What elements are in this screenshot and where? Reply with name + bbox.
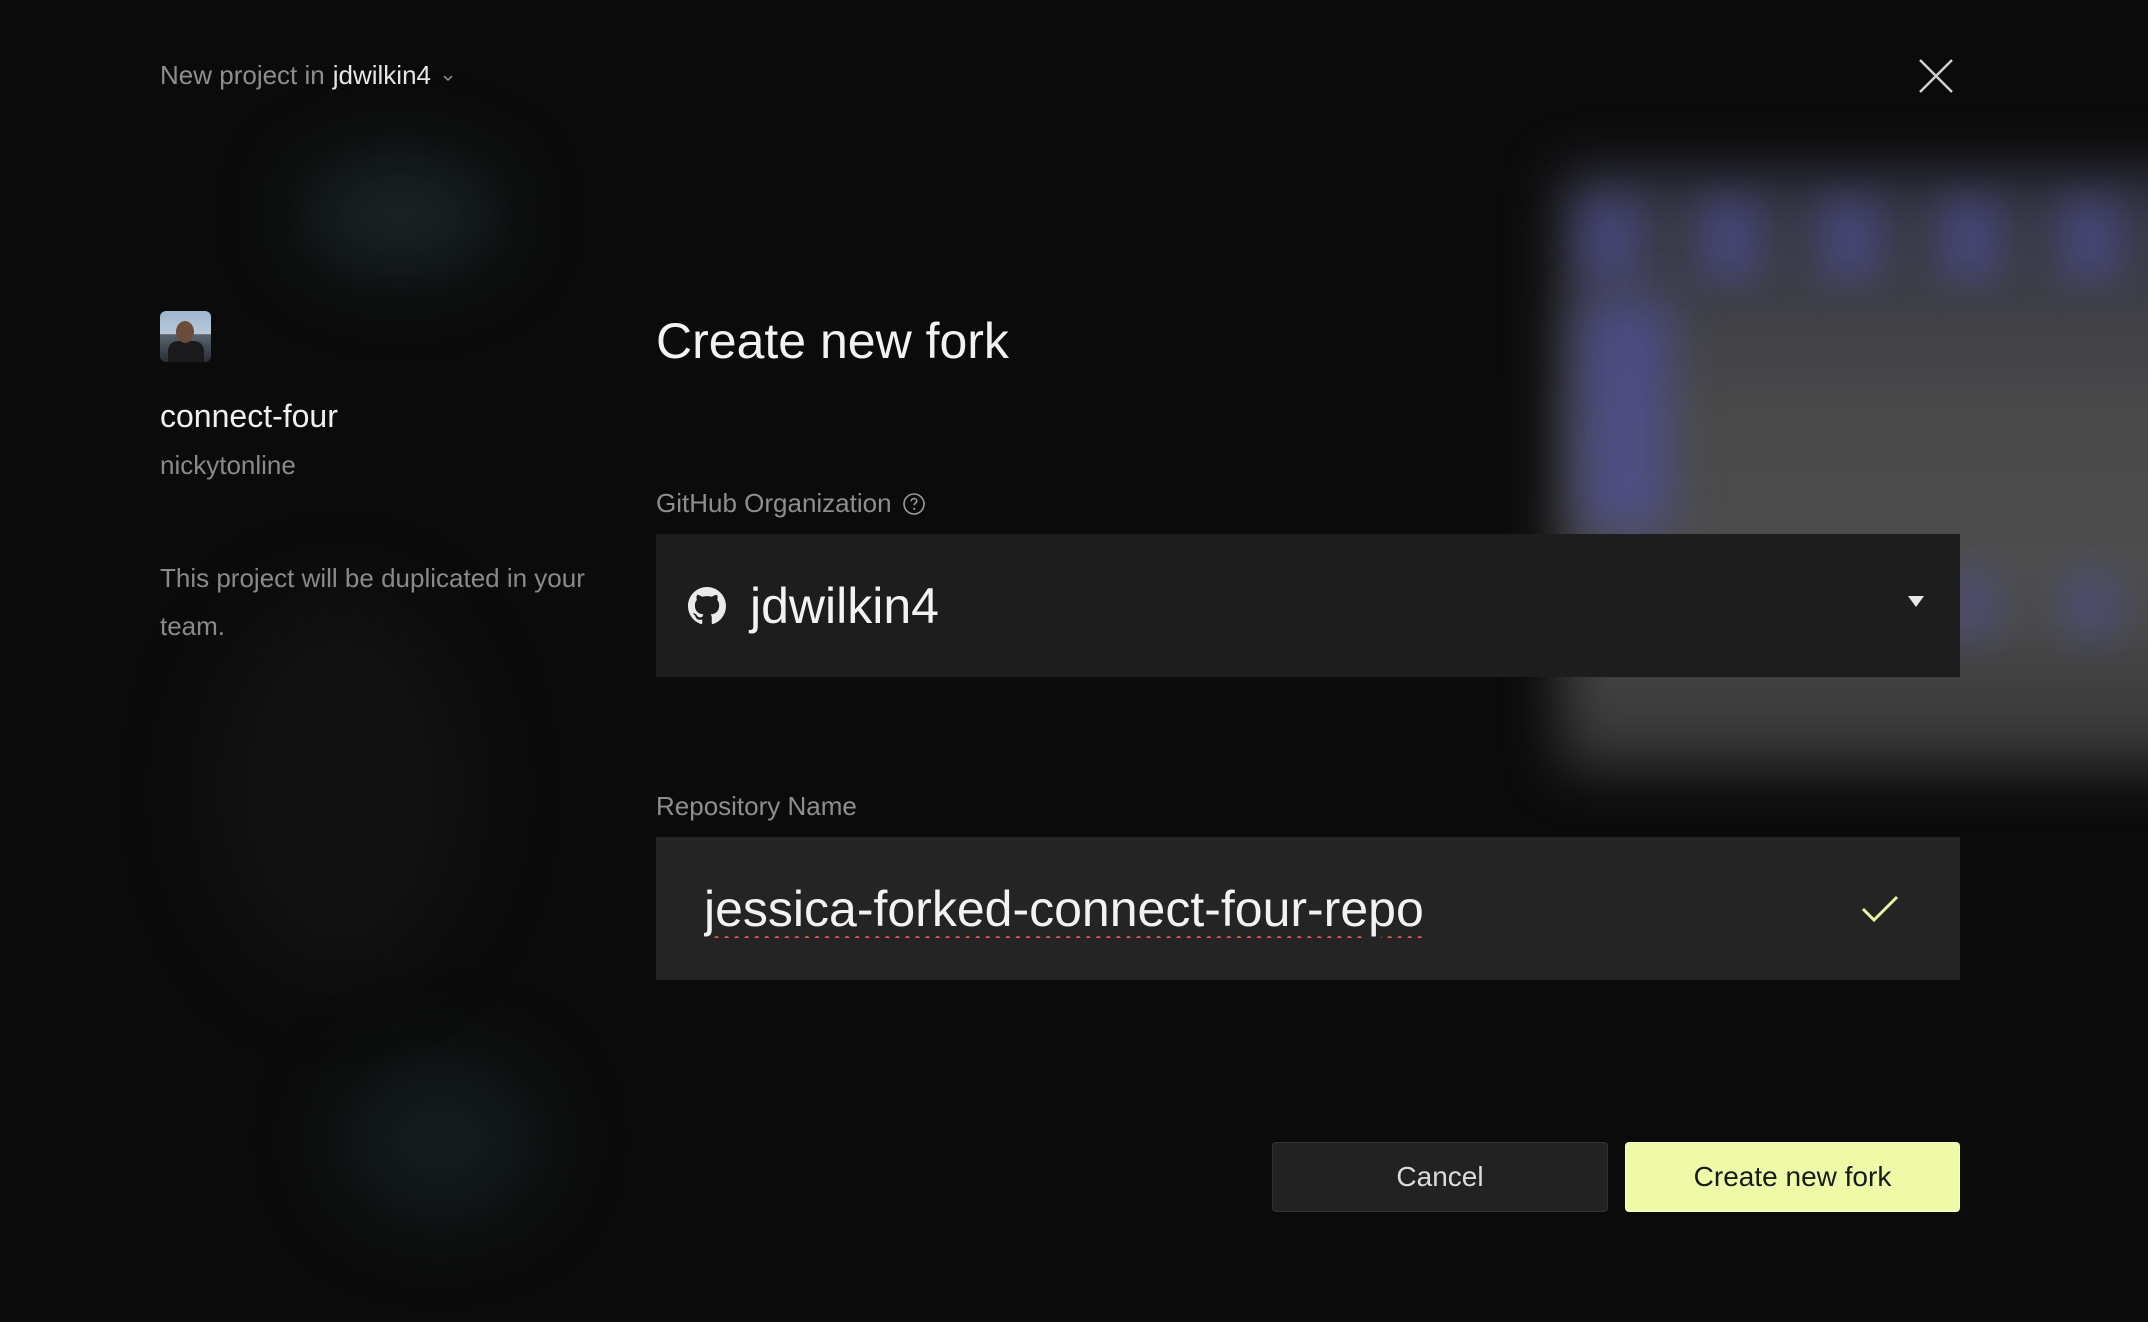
org-label: GitHub Organization [656,488,926,519]
caret-down-icon [1908,596,1924,607]
project-note: This project will be duplicated in your … [160,563,585,641]
chevron-down-icon [443,74,453,81]
team-name: jdwilkin4 [332,60,431,90]
page-title: Create new fork [656,313,1009,369]
team-selector[interactable]: New project in jdwilkin4 [160,60,455,91]
question-circle-icon[interactable] [902,492,926,516]
org-select-value: jdwilkin4 [750,577,939,634]
background-blur [340,1060,540,1220]
org-select[interactable]: jdwilkin4 [656,534,1960,677]
project-owner: nickytonline [160,450,296,480]
background-blur [210,600,470,980]
checkmark-icon [1861,895,1899,923]
repo-name-input[interactable] [704,879,1804,938]
background-preview [1580,300,1670,530]
create-fork-button[interactable]: Create new fork [1625,1142,1960,1212]
org-label-text: GitHub Organization [656,488,892,518]
background-preview [1580,200,2148,280]
background-blur [300,160,500,270]
project-name: connect-four [160,398,338,434]
repo-label-text: Repository Name [656,791,857,821]
fork-modal-page: New project in jdwilkin4 connect-four ni… [0,0,2148,1322]
close-icon[interactable] [1916,56,1956,96]
repo-label: Repository Name [656,791,857,822]
github-icon [688,586,726,624]
avatar [160,311,211,362]
cancel-button[interactable]: Cancel [1272,1142,1608,1212]
repo-name-field[interactable] [656,837,1960,980]
header-prefix: New project in [160,60,325,90]
